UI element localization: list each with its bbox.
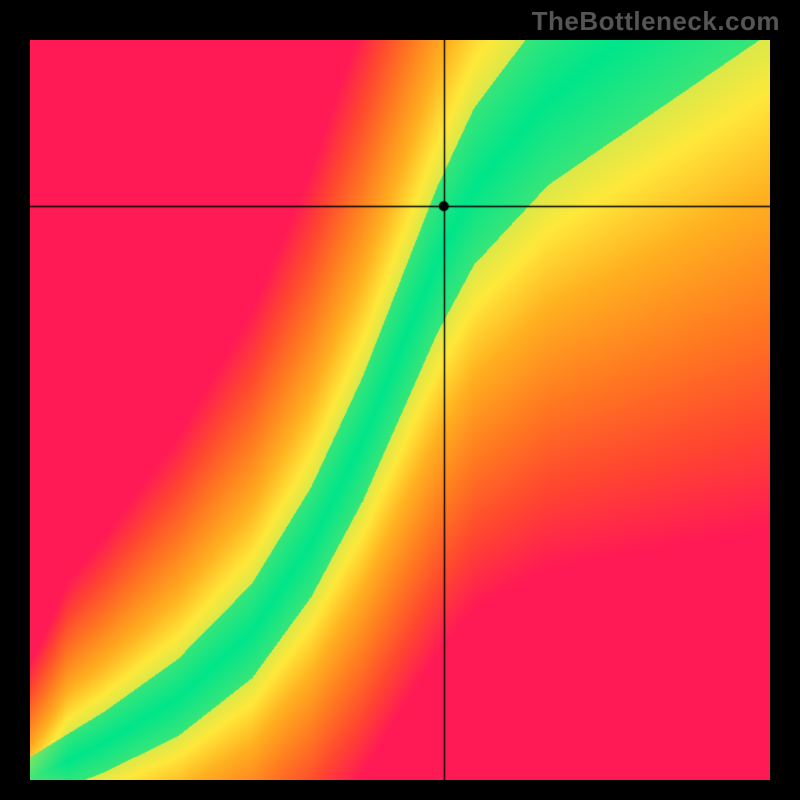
- bottleneck-heatmap: [30, 40, 770, 780]
- watermark-text: TheBottleneck.com: [532, 6, 780, 37]
- chart-stage: TheBottleneck.com: [0, 0, 800, 800]
